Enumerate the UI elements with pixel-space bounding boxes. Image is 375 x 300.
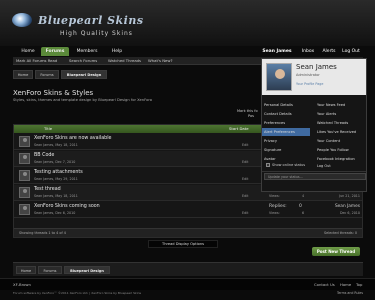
views-count: 6 bbox=[302, 211, 305, 215]
tab-home[interactable]: Home bbox=[17, 47, 39, 56]
menu-item[interactable]: Likes You've Received bbox=[315, 128, 363, 136]
alerts-link[interactable]: Alerts bbox=[319, 47, 339, 56]
avatar[interactable] bbox=[19, 170, 30, 181]
breadcrumb-current[interactable]: Bluepearl Design bbox=[64, 266, 110, 274]
views-label: Views: bbox=[269, 211, 280, 215]
menu-item[interactable]: Your Alerts bbox=[315, 110, 363, 118]
thread-title[interactable]: Test thread bbox=[34, 187, 61, 192]
checkbox[interactable] bbox=[266, 163, 270, 167]
menu-item[interactable]: Signature bbox=[262, 146, 310, 154]
inbox-link[interactable]: Inbox bbox=[298, 47, 318, 56]
breadcrumb-forums[interactable]: Forums bbox=[35, 70, 59, 79]
thread-title[interactable]: XenForo Skins are now available bbox=[34, 136, 112, 141]
footer-home-link[interactable]: Home bbox=[340, 279, 351, 291]
edit-link[interactable]: Edit bbox=[242, 143, 248, 147]
menu-item-selected[interactable]: Alert Preferences bbox=[262, 128, 310, 136]
last-post-user[interactable]: Sean James bbox=[326, 204, 360, 209]
showing-threads: Showing threads 1 to 4 of 4 bbox=[19, 231, 66, 235]
selected-threads[interactable]: Selected threads: 0 bbox=[324, 229, 357, 238]
menu-item[interactable]: Preferences bbox=[262, 119, 310, 127]
menu-item[interactable]: Personal Details bbox=[262, 101, 310, 109]
popup-username[interactable]: Sean James bbox=[296, 63, 337, 71]
thread-meta: Sean James, May 18, 2011 bbox=[34, 194, 78, 198]
menu-item[interactable]: Your News Feed bbox=[315, 101, 363, 109]
logout-link[interactable]: Log Out bbox=[340, 47, 362, 56]
breadcrumb-home[interactable]: Home bbox=[13, 70, 33, 79]
tab-help[interactable]: Help bbox=[106, 47, 128, 56]
posts-label: Pos bbox=[248, 114, 254, 118]
logo-text[interactable]: Bluepearl Skins bbox=[38, 14, 144, 27]
popup-header: Sean James Administrator Your Profile Pa… bbox=[262, 59, 366, 95]
whats-new-link[interactable]: What's New? bbox=[148, 57, 173, 65]
menu-item[interactable]: People You Follow bbox=[315, 146, 363, 154]
footer: XF-Brown Contact Us Home Top bbox=[0, 278, 375, 290]
bottom-breadcrumb-bar: Home Forums Bluepearl Design bbox=[13, 262, 363, 276]
breadcrumb-current[interactable]: Bluepearl Design bbox=[61, 70, 107, 79]
breadcrumb-home[interactable]: Home bbox=[16, 266, 36, 274]
divider bbox=[262, 171, 366, 172]
tab-forums[interactable]: Forums bbox=[41, 47, 69, 56]
edit-link[interactable]: Edit bbox=[242, 160, 248, 164]
views-label: Views: bbox=[269, 194, 280, 198]
copyright: Forum software by XenForo™ ©2011 XenForo… bbox=[13, 291, 142, 295]
edit-link[interactable]: Edit bbox=[242, 211, 248, 215]
replies-count: 0 bbox=[299, 204, 302, 209]
contact-us-link[interactable]: Contact Us bbox=[314, 279, 335, 291]
logo-orb-icon[interactable] bbox=[12, 13, 32, 27]
replies-label: Replies: bbox=[269, 204, 287, 209]
last-post-date[interactable]: Jun 21, 2011 bbox=[326, 194, 360, 198]
menu-item[interactable]: Facebook Integration bbox=[315, 155, 363, 163]
breadcrumb-forums[interactable]: Forums bbox=[38, 266, 62, 274]
col-title[interactable]: Title bbox=[44, 125, 52, 133]
popup-logout-link[interactable]: Log Out bbox=[317, 164, 331, 168]
avatar[interactable] bbox=[19, 187, 30, 198]
thread-meta: Sean James, May 29, 2011 bbox=[34, 177, 78, 181]
thread-meta: Sean James, Dec 6, 2010 bbox=[34, 211, 76, 215]
footer-top-link[interactable]: Top bbox=[356, 279, 362, 291]
menu-item[interactable]: Your Content bbox=[315, 137, 363, 145]
mark-forum-read-link[interactable]: Mark this fo bbox=[237, 109, 258, 113]
thread-meta: Sean James, Dec 7, 2010 bbox=[34, 160, 76, 164]
watched-threads-link[interactable]: Watched Threads bbox=[108, 57, 141, 65]
menu-item[interactable]: Watched Threads bbox=[315, 119, 363, 127]
online-status-toggle[interactable]: Show online status bbox=[266, 163, 305, 167]
user-popup-menu: Sean James Administrator Your Profile Pa… bbox=[261, 58, 367, 192]
thread-title[interactable]: XenForo Skins coming soon bbox=[34, 204, 100, 209]
page-title: XenForo Skins & Styles bbox=[13, 89, 94, 97]
thread-title[interactable]: BB Code bbox=[34, 153, 54, 158]
thread-title[interactable]: Testing attachments bbox=[34, 170, 83, 175]
page-description: Styles, skins, themes and template desig… bbox=[13, 98, 153, 102]
online-status-label: Show online status bbox=[272, 163, 306, 167]
slogan: High Quality Skins bbox=[60, 30, 133, 37]
col-start-date[interactable]: Start Date bbox=[229, 125, 249, 133]
edit-link[interactable]: Edit bbox=[242, 177, 248, 181]
terms-link[interactable]: Terms and Rules bbox=[337, 291, 363, 295]
profile-page-link[interactable]: Your Profile Page bbox=[296, 82, 323, 86]
status-input[interactable]: Update your status... bbox=[264, 173, 366, 180]
last-post-date[interactable]: Dec 6, 2010 bbox=[326, 211, 360, 215]
user-menu-link[interactable]: Sean James bbox=[261, 47, 293, 56]
menu-item[interactable]: Contact Details bbox=[262, 110, 310, 118]
table-row[interactable]: XenForo Skins coming soon Sean James, De… bbox=[14, 202, 362, 218]
menu-item[interactable]: Privacy bbox=[262, 137, 310, 145]
avatar[interactable] bbox=[19, 136, 30, 147]
avatar[interactable] bbox=[266, 63, 292, 91]
mark-all-read-link[interactable]: Mark All Forums Read bbox=[16, 57, 57, 65]
popup-role: Administrator bbox=[296, 73, 320, 77]
avatar[interactable] bbox=[19, 153, 30, 164]
post-new-thread-button[interactable]: Post New Thread bbox=[312, 247, 360, 256]
views-count: 4 bbox=[302, 194, 305, 198]
main-nav: Home Forums Members Help Sean James Inbo… bbox=[13, 47, 363, 57]
thread-display-options-button[interactable]: Thread Display Options bbox=[148, 240, 218, 248]
thread-meta: Sean James, May 18, 2011 bbox=[34, 143, 78, 147]
tab-members[interactable]: Members bbox=[71, 47, 103, 56]
edit-link[interactable]: Edit bbox=[242, 194, 248, 198]
style-chooser[interactable]: XF-Brown bbox=[13, 279, 31, 291]
table-footer: Showing threads 1 to 4 of 4 Selected thr… bbox=[14, 228, 362, 237]
header: Bluepearl Skins High Quality Skins bbox=[0, 0, 375, 46]
avatar[interactable] bbox=[19, 204, 30, 215]
menu-item[interactable]: Avatar bbox=[262, 155, 310, 163]
search-forums-link[interactable]: Search Forums bbox=[69, 57, 97, 65]
